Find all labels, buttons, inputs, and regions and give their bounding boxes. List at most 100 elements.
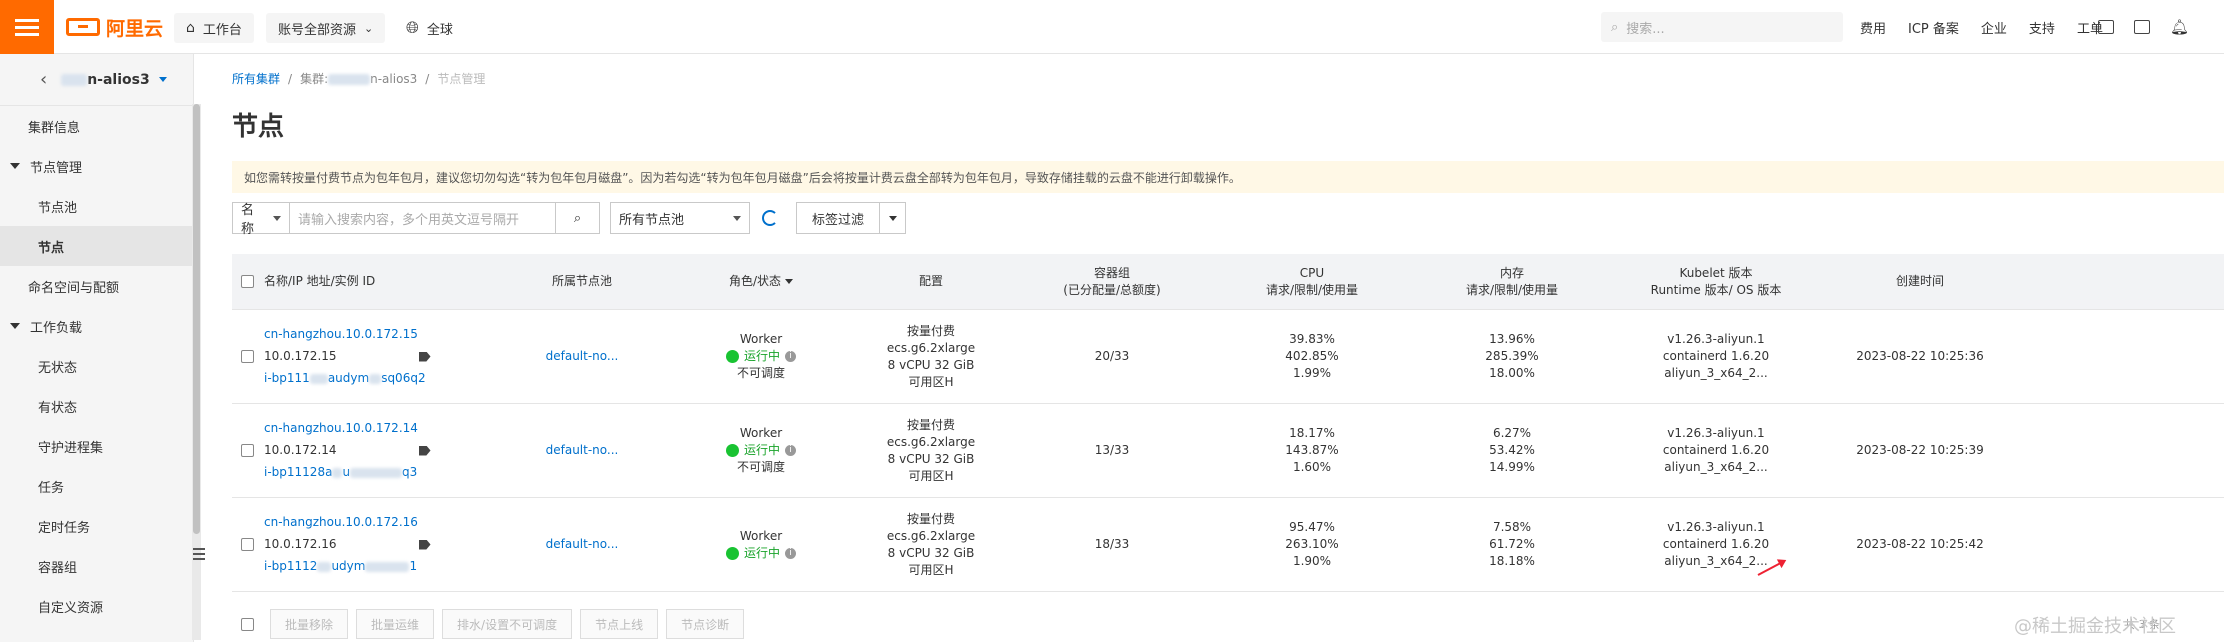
runtime-version: containerd 1.6.20: [1662, 443, 1770, 457]
top-link-support[interactable]: 支持: [2029, 18, 2055, 37]
status-badge: 运行中 i: [672, 545, 850, 562]
select-all-checkbox[interactable]: [240, 275, 254, 288]
back-chevron-icon[interactable]: ‹: [40, 69, 47, 90]
mem-usage: 14.99%: [1489, 460, 1535, 474]
schedulable-label: 不可调度: [736, 460, 785, 474]
top-link-billing[interactable]: 费用: [1860, 18, 1886, 37]
header-mem-line2: 请求/限制/使用量: [1465, 282, 1559, 297]
node-name-link[interactable]: cn-hangzhou.10.0.172.14: [264, 420, 418, 437]
mem-request: 13.96%: [1489, 332, 1535, 346]
node-online-button[interactable]: 节点上线: [580, 609, 659, 639]
top-links: 费用 ICP 备案 企业 支持 工单: [1860, 0, 2103, 54]
redacted-text: [369, 373, 382, 384]
drain-unschedulable-button[interactable]: 排水/设置不可调度: [442, 609, 573, 639]
field-select[interactable]: 名称: [232, 202, 290, 237]
refresh-button[interactable]: [750, 210, 790, 226]
bell-icon[interactable]: 🔔︎: [2170, 18, 2189, 36]
sidebar-item-label: 工作负载: [30, 320, 83, 336]
header-pool: 所属节点池: [551, 274, 612, 288]
global-search-input[interactable]: ⌕ 搜索...: [1601, 12, 1843, 42]
node-diagnose-button[interactable]: 节点诊断: [666, 609, 745, 639]
tag-icon[interactable]: [418, 351, 431, 362]
tag-filter-button[interactable]: 标签过滤: [796, 202, 880, 234]
sidebar-collapse-icon[interactable]: [193, 548, 205, 562]
search-button[interactable]: ⌕: [556, 202, 600, 234]
sidebar-item-jobs[interactable]: 任务: [0, 466, 193, 506]
workbench-button[interactable]: ⌂ 工作台: [174, 13, 254, 43]
top-icons: 🔔︎: [2098, 0, 2189, 54]
bulk-ops-button[interactable]: 批量运维: [356, 609, 435, 639]
row-checkbox-cell: [232, 444, 262, 457]
instance-id-part: i-bp1112: [264, 559, 318, 573]
top-navigation-bar: 阿里云 ⌂ 工作台 账号全部资源 ⌄ 🌐︎ 全球 ⌕ 搜索... 费用 ICP …: [0, 0, 2224, 54]
sidebar-item-label: 命名空间与配额: [28, 280, 120, 296]
memory-cell: 6.27% 53.42% 14.99%: [1412, 425, 1612, 476]
node-pool-select[interactable]: 所有节点池: [610, 202, 750, 234]
instance-id-link[interactable]: i-bp1112 udym 1: [264, 558, 417, 575]
sidebar-item-nodes[interactable]: 节点: [0, 226, 193, 266]
header-pods-line1: 容器组: [1093, 265, 1130, 280]
instance-id-part: 1: [409, 559, 418, 573]
sidebar-item-node-pools[interactable]: 节点池: [0, 186, 193, 226]
hamburger-menu-icon[interactable]: [0, 0, 54, 54]
node-name-cell: cn-hangzhou.10.0.172.16 10.0.172.16 i-bp…: [262, 512, 492, 578]
mem-limit: 61.72%: [1489, 537, 1535, 551]
kubelet-version: v1.26.3-aliyun.1: [1667, 332, 1765, 346]
sidebar-group-workloads[interactable]: 工作负载: [0, 306, 193, 346]
instance-id-link[interactable]: i-bp11128a u q3: [264, 464, 417, 481]
sidebar-item-namespaces[interactable]: 命名空间与配额: [0, 266, 193, 306]
row-checkbox-cell: [232, 350, 262, 363]
sidebar-item-cronjobs[interactable]: 定时任务: [0, 506, 193, 546]
tag-filter-dropdown[interactable]: [880, 202, 906, 234]
scrollbar-thumb[interactable]: [193, 104, 200, 534]
account-scope-select[interactable]: 账号全部资源 ⌄: [266, 13, 386, 43]
sidebar-group-node-management[interactable]: 节点管理: [0, 146, 193, 186]
row-checkbox[interactable]: [240, 538, 254, 551]
info-icon[interactable]: i: [785, 351, 796, 362]
sidebar-item-daemonsets[interactable]: 守护进程集: [0, 426, 193, 466]
main-content: 所有集群 / 集群: n-alios3 / 节点管理 节点 如您需转按量付费节点为…: [206, 54, 2224, 642]
search-icon: ⌕: [1611, 19, 1619, 35]
bulk-select-checkbox[interactable]: [240, 617, 254, 631]
aliyun-logo[interactable]: 阿里云: [66, 14, 163, 40]
node-pool-link[interactable]: default-no...: [546, 537, 619, 551]
row-checkbox[interactable]: [240, 350, 254, 363]
breadcrumb-all-clusters[interactable]: 所有集群: [232, 70, 280, 87]
info-icon[interactable]: i: [785, 445, 796, 456]
tag-icon[interactable]: [418, 445, 431, 456]
bulk-remove-button[interactable]: 批量移除: [270, 609, 349, 639]
tag-icon[interactable]: [418, 539, 431, 550]
role-status-cell: Worker 运行中 i: [672, 528, 850, 562]
mem-request: 6.27%: [1492, 426, 1532, 440]
node-name-link[interactable]: cn-hangzhou.10.0.172.16: [264, 514, 418, 531]
sidebar-item-deployments[interactable]: 无状态: [0, 346, 193, 386]
header-memory: 内存 请求/限制/使用量: [1412, 265, 1612, 299]
sidebar-item-pods[interactable]: 容器组: [0, 546, 193, 586]
cloud-shell-icon[interactable]: [2098, 20, 2114, 34]
sidebar-item-statefulsets[interactable]: 有状态: [0, 386, 193, 426]
instance-id-link[interactable]: i-bp111 audym sq06q2: [264, 370, 426, 387]
region-select[interactable]: 🌐︎ 全球: [406, 13, 453, 43]
search-input[interactable]: 请输入搜索内容，多个用英文逗号隔开: [290, 202, 556, 234]
cpu-usage: 1.60%: [1292, 460, 1332, 474]
sidebar-item-custom-resources[interactable]: 自定义资源: [0, 586, 193, 626]
top-link-enterprise[interactable]: 企业: [1981, 18, 2007, 37]
created-time: 2023-08-22 10:25:42: [1856, 537, 1984, 551]
caret-down-icon: [10, 163, 20, 169]
node-pool-link[interactable]: default-no...: [546, 349, 619, 363]
info-icon[interactable]: i: [785, 547, 796, 559]
breadcrumb-cluster[interactable]: 集群: n-alios3: [300, 70, 417, 87]
sidebar-item-cluster-info[interactable]: 集群信息: [0, 106, 193, 146]
kubelet-cell: v1.26.3-aliyun.1 containerd 1.6.20 aliyu…: [1612, 425, 1820, 476]
cluster-switcher[interactable]: n-alios3: [61, 72, 167, 88]
header-role[interactable]: 角色/状态: [672, 273, 850, 290]
top-link-icp[interactable]: ICP 备案: [1908, 18, 1959, 37]
node-name-link[interactable]: cn-hangzhou.10.0.172.15: [264, 326, 418, 343]
message-icon[interactable]: [2134, 20, 2150, 34]
node-pool-link[interactable]: default-no...: [546, 443, 619, 457]
header-kube-line1: Kubelet 版本: [1679, 265, 1753, 280]
row-checkbox[interactable]: [240, 444, 254, 457]
cpu-usage: 1.90%: [1292, 554, 1332, 568]
cpu-cell: 95.47% 263.10% 1.90%: [1212, 519, 1412, 570]
sidebar-item-label: 守护进程集: [38, 440, 104, 456]
